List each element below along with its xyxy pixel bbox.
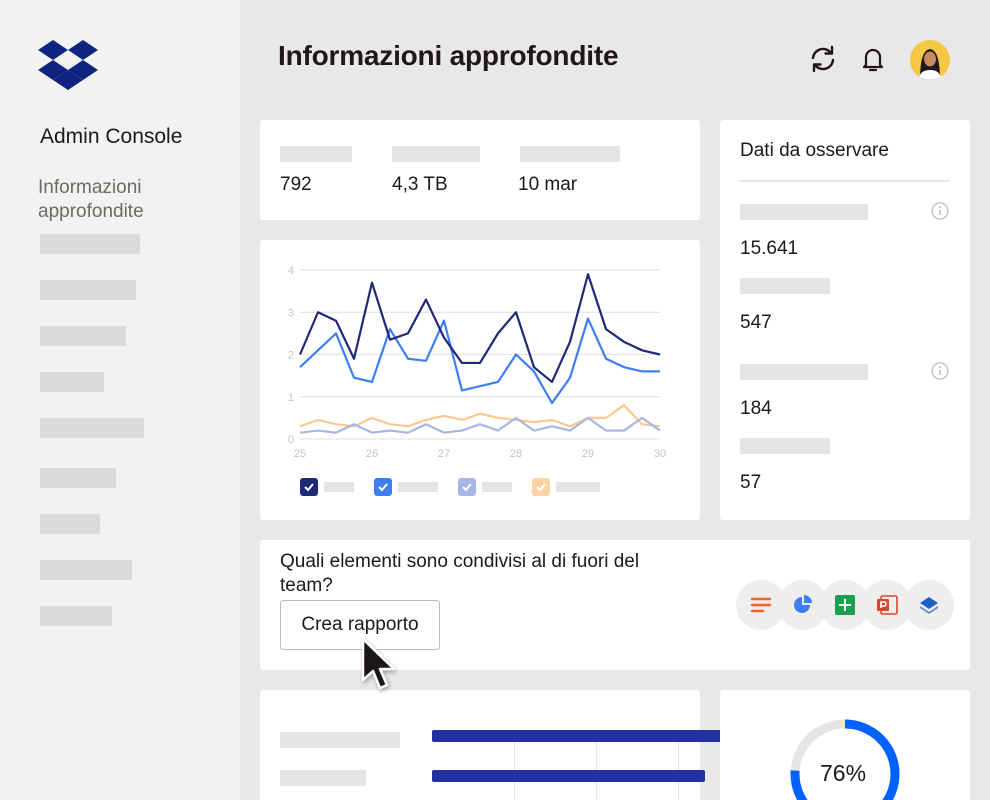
x-tick-label: 28 bbox=[510, 448, 522, 460]
series-line bbox=[298, 273, 661, 384]
watch-label bbox=[740, 438, 830, 454]
sync-icon[interactable] bbox=[808, 44, 838, 74]
watch-card: Dati da osservare 15.641 547 184 57 bbox=[720, 120, 970, 520]
series-line bbox=[299, 416, 661, 434]
sidebar-item[interactable] bbox=[40, 280, 136, 300]
bar-label bbox=[280, 732, 400, 748]
x-tick-label: 26 bbox=[366, 448, 378, 460]
bell-icon[interactable] bbox=[858, 44, 888, 74]
bar-label bbox=[280, 770, 366, 786]
sidebar-item[interactable] bbox=[40, 372, 104, 392]
watch-value: 184 bbox=[740, 398, 772, 419]
divider bbox=[740, 180, 950, 182]
x-tick-label: 25 bbox=[294, 448, 306, 460]
y-tick-label: 0 bbox=[288, 434, 294, 446]
y-tick-label: 3 bbox=[288, 307, 294, 319]
share-card: Quali elementi sono condivisi al di fuor… bbox=[260, 540, 970, 690]
sidebar-item[interactable] bbox=[40, 418, 144, 438]
stat-value: 10 mar bbox=[518, 174, 578, 195]
page-title: Informazioni approfondite bbox=[278, 40, 619, 71]
avatar[interactable] bbox=[910, 40, 950, 80]
legend-label bbox=[482, 482, 512, 492]
watch-label bbox=[740, 204, 868, 220]
main-area: Informazioni approfondite 792 4,3 TB 10 … bbox=[240, 0, 990, 800]
y-tick-label: 1 bbox=[288, 392, 294, 404]
watch-value: 57 bbox=[740, 472, 762, 493]
bar bbox=[432, 730, 750, 742]
legend-label bbox=[556, 482, 600, 492]
y-tick-label: 2 bbox=[288, 350, 294, 362]
legend-checkbox[interactable] bbox=[374, 478, 392, 496]
watch-value: 547 bbox=[740, 312, 772, 333]
dropbox-file-icon[interactable] bbox=[904, 580, 954, 630]
stat-label bbox=[280, 146, 352, 162]
donut-card: 76% bbox=[720, 690, 970, 800]
legend-checkbox[interactable] bbox=[300, 478, 318, 496]
share-question: Quali elementi sono condivisi al di fuor… bbox=[280, 551, 640, 596]
x-tick-label: 30 bbox=[654, 448, 666, 460]
mouse-cursor-icon bbox=[360, 636, 400, 696]
line-chart: 0 1 2 3 4 25 26 27 28 29 30 bbox=[288, 265, 666, 460]
watch-label bbox=[740, 278, 830, 294]
info-icon[interactable] bbox=[931, 362, 949, 380]
donut-percent: 76% bbox=[820, 760, 867, 786]
x-tick-label: 27 bbox=[438, 448, 450, 460]
legend-checkbox[interactable] bbox=[532, 478, 550, 496]
x-tick-label: 29 bbox=[582, 448, 594, 460]
bar-chart-card bbox=[260, 690, 750, 800]
stats-card: 792 4,3 TB 10 mar bbox=[260, 120, 700, 220]
sidebar: Admin Console Informazioni approfondite bbox=[0, 0, 240, 800]
stat-label bbox=[520, 146, 620, 162]
legend-label bbox=[324, 482, 354, 492]
sidebar-item[interactable] bbox=[40, 514, 100, 534]
y-tick-label: 4 bbox=[288, 265, 294, 277]
sidebar-item[interactable] bbox=[40, 560, 132, 580]
line-chart-card: 0 1 2 3 4 25 26 27 28 29 30 bbox=[260, 240, 700, 520]
legend-label bbox=[398, 482, 438, 492]
stat-value: 792 bbox=[280, 174, 312, 195]
app-name: Admin Console bbox=[40, 125, 183, 148]
sidebar-item[interactable] bbox=[40, 468, 116, 488]
sidebar-item-insights[interactable]: Informazioni approfondite bbox=[38, 176, 208, 224]
sidebar-item[interactable] bbox=[40, 326, 126, 346]
stat-value: 4,3 TB bbox=[392, 174, 448, 195]
bar bbox=[432, 770, 706, 782]
stat-label bbox=[392, 146, 480, 162]
watch-value: 15.641 bbox=[740, 238, 799, 259]
sidebar-item[interactable] bbox=[40, 606, 112, 626]
sidebar-item[interactable] bbox=[40, 234, 140, 254]
legend-checkbox[interactable] bbox=[458, 478, 476, 496]
dropbox-logo[interactable] bbox=[38, 40, 98, 90]
watch-title: Dati da osservare bbox=[740, 140, 889, 161]
watch-label bbox=[740, 364, 868, 380]
info-icon[interactable] bbox=[931, 202, 949, 220]
